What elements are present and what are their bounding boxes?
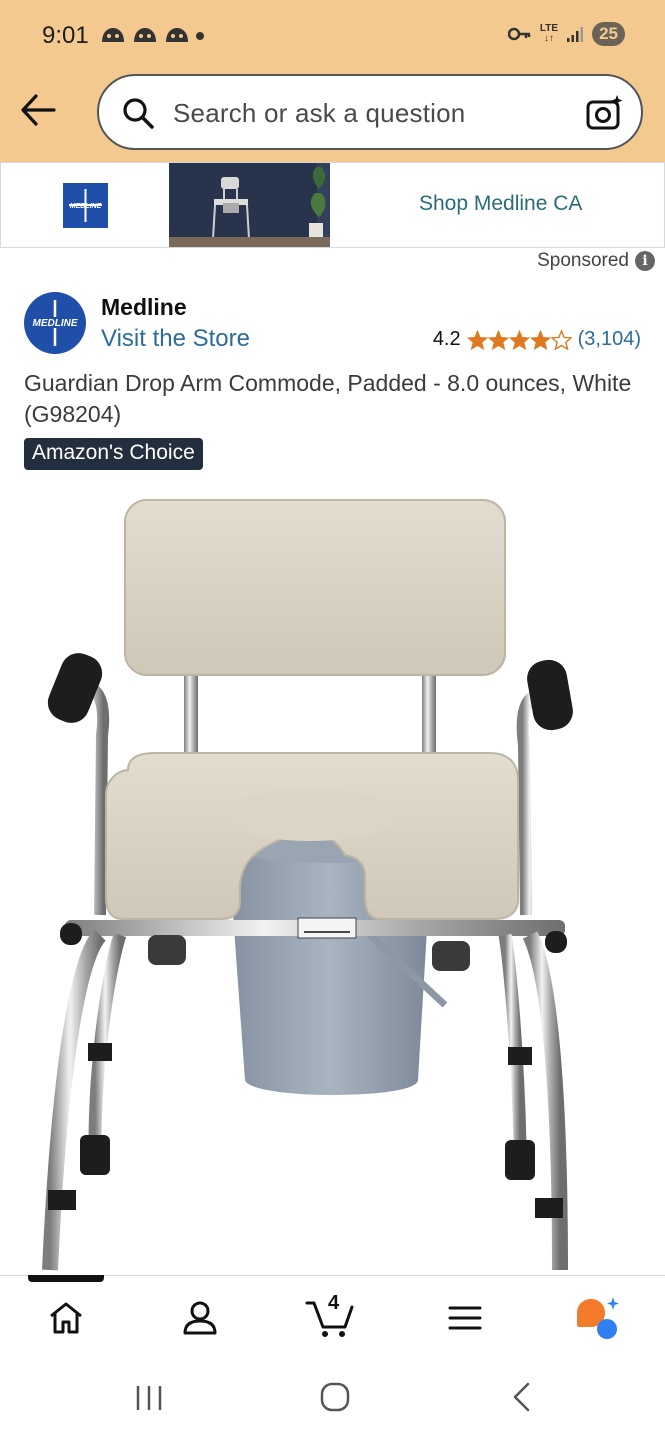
- commode-thumbnail: [212, 163, 330, 247]
- status-time: 9:01: [42, 22, 89, 49]
- search-icon: [123, 98, 154, 129]
- medline-star-icon: MEDLINE: [30, 300, 80, 346]
- account-icon: [183, 1301, 217, 1335]
- back-button[interactable]: [18, 90, 60, 130]
- back-nav-icon[interactable]: [508, 1381, 536, 1413]
- info-icon[interactable]: i: [635, 251, 655, 271]
- network-type: LTE ↓↑: [539, 23, 559, 44]
- signal-icon: [567, 27, 584, 42]
- star-icon: [466, 329, 488, 350]
- search-input[interactable]: Search or ask a question: [173, 98, 465, 129]
- star-icon: [529, 329, 551, 350]
- sponsored-banner[interactable]: MEDLINE Shop Medline CA: [0, 162, 665, 248]
- rating-score: 4.2: [432, 328, 461, 350]
- nav-menu[interactable]: [439, 1292, 491, 1344]
- status-bar: 9:01 LTE ↓↑ 25: [0, 0, 665, 72]
- nav-account[interactable]: [174, 1292, 226, 1344]
- banner-logo-text: MEDLINE: [70, 203, 102, 210]
- medline-star-icon: MEDLINE: [69, 189, 102, 222]
- rufus-assistant-icon: [577, 1297, 619, 1339]
- banner-floor: [169, 237, 330, 247]
- status-right: LTE ↓↑ 25: [507, 22, 625, 46]
- brand-logo-text: MEDLINE: [33, 318, 78, 329]
- star-outline-icon: [550, 329, 572, 350]
- back-arrow-icon: [21, 94, 56, 126]
- sponsored-text: Sponsored: [537, 250, 629, 271]
- recent-apps-icon[interactable]: [134, 1383, 164, 1413]
- star-icon: [508, 329, 530, 350]
- camera-sparkle-icon[interactable]: [585, 94, 625, 132]
- menu-icon: [448, 1306, 482, 1330]
- notification-icon: [134, 28, 156, 42]
- visit-store-link[interactable]: Visit the Store: [101, 325, 250, 353]
- nav-rufus[interactable]: [572, 1292, 624, 1344]
- search-bar[interactable]: Search or ask a question: [97, 74, 643, 150]
- amazons-choice-badge[interactable]: Amazon's Choice: [24, 438, 203, 470]
- sponsored-label[interactable]: Sponsored i: [537, 250, 655, 272]
- home-icon: [50, 1302, 82, 1334]
- star-icon: [487, 329, 509, 350]
- drop-arm-commode-image: [42, 499, 573, 1271]
- banner-product-photo: [169, 163, 330, 247]
- product-title: Guardian Drop Arm Commode, Padded - 8.0 …: [24, 370, 632, 427]
- product-image[interactable]: [40, 495, 640, 1275]
- notification-icon: [102, 28, 124, 42]
- nav-home[interactable]: [40, 1292, 92, 1344]
- more-notifications-dot: [196, 32, 204, 40]
- rating-summary[interactable]: 4.2 (3,104): [433, 328, 641, 351]
- cart-count: 4: [328, 1292, 340, 1314]
- battery-indicator: 25: [592, 22, 625, 46]
- notification-icons: [100, 26, 190, 44]
- shop-brand-link[interactable]: Shop Medline CA: [419, 192, 582, 216]
- medline-logo: MEDLINE: [63, 183, 108, 228]
- home-button-icon[interactable]: [319, 1381, 351, 1413]
- system-navigation: [0, 1355, 665, 1440]
- star-rating: [466, 329, 572, 350]
- brand-name: Medline: [101, 294, 187, 320]
- active-tab-indicator: [28, 1275, 104, 1282]
- key-icon: [507, 27, 531, 41]
- bottom-navigation: [0, 1275, 665, 1355]
- brand-logo[interactable]: MEDLINE: [24, 292, 86, 354]
- notification-icon: [166, 28, 188, 42]
- review-count[interactable]: (3,104): [578, 328, 641, 351]
